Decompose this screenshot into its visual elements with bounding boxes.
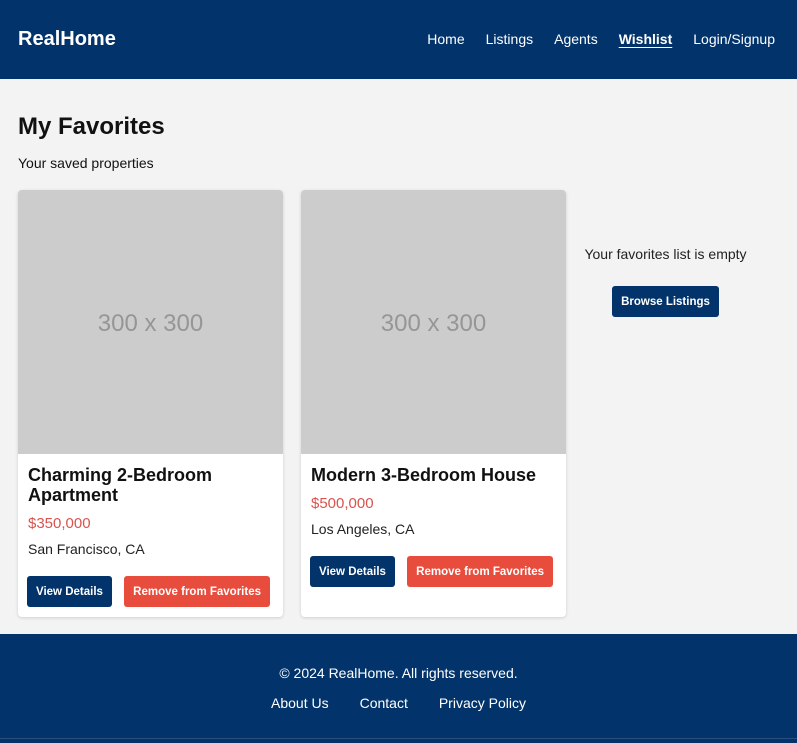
card-actions: View Details Remove from Favorites: [27, 576, 270, 607]
remove-from-favorites-button[interactable]: Remove from Favorites: [124, 576, 270, 607]
property-title: Charming 2-Bedroom Apartment: [28, 465, 213, 505]
property-location: San Francisco, CA: [28, 541, 145, 557]
image-placeholder-text: 300 x 300: [380, 310, 487, 337]
empty-state: Your favorites list is empty Browse List…: [578, 246, 753, 317]
property-price: $350,000: [28, 515, 91, 532]
browse-listings-button[interactable]: Browse Listings: [612, 286, 719, 317]
property-location: Los Angeles, CA: [311, 521, 415, 537]
nav-link-agents[interactable]: Agents: [554, 31, 598, 47]
property-card: 300 x 300 Charming 2-Bedroom Apartment $…: [18, 190, 283, 617]
footer: © 2024 RealHome. All rights reserved. Ab…: [0, 634, 797, 743]
footer-link-about-us[interactable]: About Us: [271, 695, 329, 711]
footer-divider: [0, 738, 797, 739]
nav-link-wishlist[interactable]: Wishlist: [619, 31, 673, 47]
copyright-text: © 2024 RealHome. All rights reserved.: [279, 665, 518, 681]
nav-link-login-signup[interactable]: Login/Signup: [693, 31, 775, 47]
property-title: Modern 3-Bedroom House: [311, 465, 537, 485]
card-body: Charming 2-Bedroom Apartment $350,000 Sa…: [18, 454, 283, 557]
property-card: 300 x 300 Modern 3-Bedroom House $500,00…: [301, 190, 566, 617]
remove-from-favorites-button[interactable]: Remove from Favorites: [407, 556, 553, 587]
footer-link-privacy-policy[interactable]: Privacy Policy: [439, 695, 526, 711]
view-details-button[interactable]: View Details: [310, 556, 395, 587]
nav-links: Home Listings Agents Wishlist Login/Sign…: [427, 31, 775, 47]
brand-logo[interactable]: RealHome: [18, 28, 116, 51]
footer-links: About Us Contact Privacy Policy: [0, 695, 797, 711]
property-price: $500,000: [311, 495, 374, 512]
card-body: Modern 3-Bedroom House $500,000 Los Ange…: [301, 454, 566, 537]
image-placeholder-text: 300 x 300: [97, 310, 204, 337]
navbar: RealHome Home Listings Agents Wishlist L…: [0, 0, 797, 79]
page-title: My Favorites: [18, 113, 165, 140]
nav-link-home[interactable]: Home: [427, 31, 464, 47]
view-details-button[interactable]: View Details: [27, 576, 112, 607]
empty-state-message: Your favorites list is empty: [584, 246, 747, 262]
footer-link-contact[interactable]: Contact: [360, 695, 408, 711]
card-actions: View Details Remove from Favorites: [310, 556, 553, 587]
property-image-placeholder: 300 x 300: [18, 190, 283, 454]
page-subtitle: Your saved properties: [18, 155, 154, 171]
property-image-placeholder: 300 x 300: [301, 190, 566, 454]
nav-link-listings[interactable]: Listings: [486, 31, 533, 47]
